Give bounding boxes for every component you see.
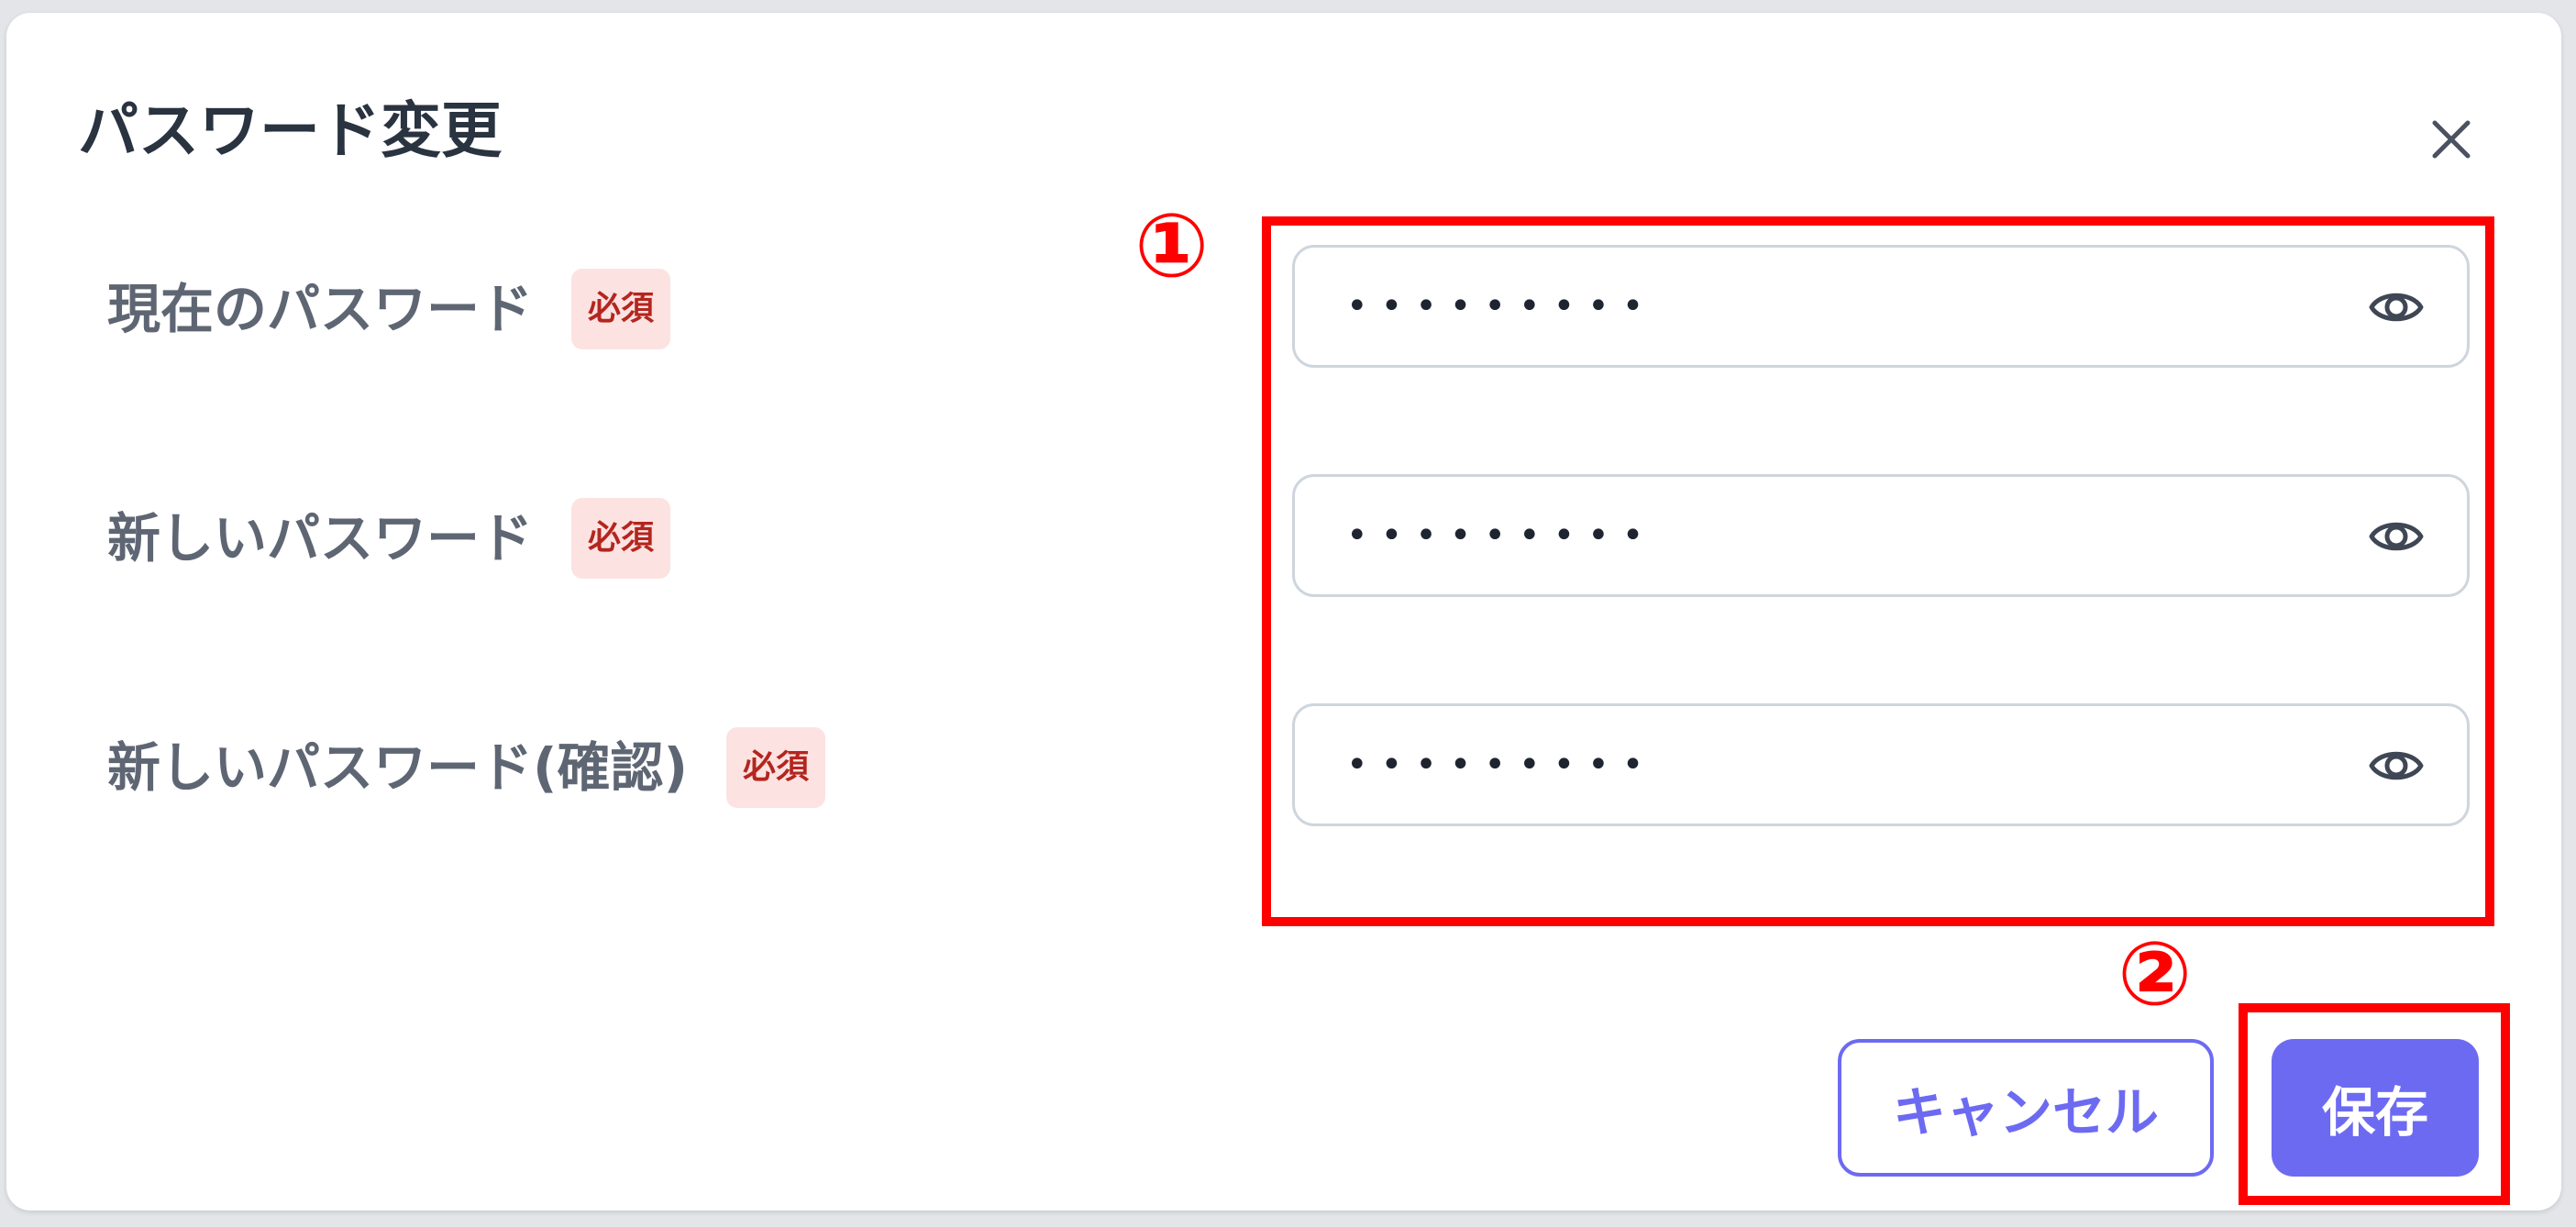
field-row-current-password: 現在のパスワード 必須 (107, 268, 671, 350)
annotation-marker-2: ② (2117, 923, 2193, 1025)
required-badge: 必須 (571, 269, 671, 349)
close-icon (2432, 120, 2471, 159)
close-button[interactable] (2416, 105, 2486, 174)
new-password-label: 新しいパスワード (107, 507, 534, 569)
field-row-confirm-password: 新しいパスワード(確認) 必須 (107, 726, 826, 809)
annotation-box-password-fields (1262, 216, 2494, 926)
annotation-marker-1: ① (1134, 194, 1210, 297)
cancel-button[interactable]: キャンセル (1838, 1039, 2214, 1177)
password-change-dialog: パスワード変更 現在のパスワード 必須 ••••••••• 新しいパスワード 必… (6, 13, 2561, 1210)
required-badge: 必須 (571, 498, 671, 579)
field-row-new-password: 新しいパスワード 必須 (107, 497, 671, 580)
current-password-label: 現在のパスワード (107, 278, 534, 340)
required-badge: 必須 (726, 727, 826, 808)
dialog-title: パスワード変更 (78, 95, 502, 166)
confirm-password-label: 新しいパスワード(確認) (107, 736, 689, 799)
annotation-box-save-button (2239, 1003, 2510, 1205)
